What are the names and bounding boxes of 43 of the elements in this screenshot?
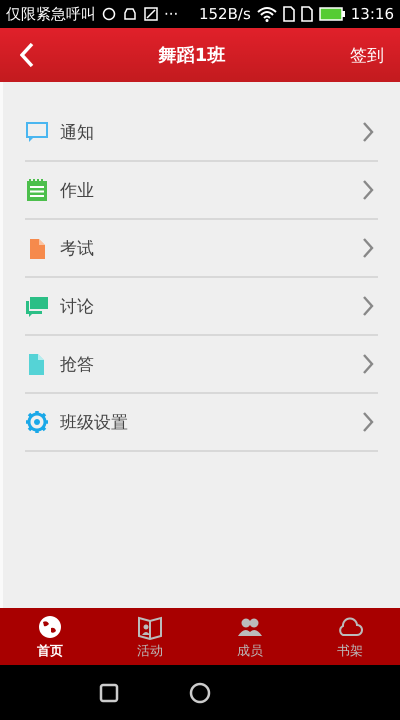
menu-label: 考试 xyxy=(60,238,95,260)
tab-button[interactable]: 首页 xyxy=(0,608,100,665)
menu-item[interactable]: 班级设置 xyxy=(25,394,378,452)
chat-bubbles-icon xyxy=(25,294,49,318)
notepad-icon xyxy=(25,178,49,202)
chevron-icon xyxy=(362,411,374,433)
menu-item[interactable]: 通知 xyxy=(25,104,378,162)
network-speed: 152B/s xyxy=(198,5,251,23)
chevron-icon xyxy=(362,237,374,259)
menu-item[interactable]: 抢答 xyxy=(25,336,378,394)
tab-button[interactable]: 活动 xyxy=(100,608,200,665)
menu-label: 班级设置 xyxy=(60,412,129,434)
menu-label: 作业 xyxy=(60,180,95,202)
tab-button[interactable]: 书架 xyxy=(300,608,400,665)
wifi-icon xyxy=(256,6,277,22)
menu-item[interactable]: 考试 xyxy=(25,220,378,278)
tab-button[interactable]: 成员 xyxy=(200,608,300,665)
menu-label: 通知 xyxy=(60,122,95,144)
home-nav-icon[interactable] xyxy=(189,682,211,704)
battery-icon xyxy=(318,7,345,21)
menu-item[interactable]: 作业 xyxy=(25,162,378,220)
notification-icon xyxy=(102,7,116,21)
sim-icon xyxy=(282,6,295,22)
menu-label: 讨论 xyxy=(60,296,95,318)
back-nav-icon[interactable] xyxy=(99,682,119,702)
chat-bubble-icon xyxy=(25,120,49,144)
chevron-icon xyxy=(362,295,374,317)
chevron-icon xyxy=(362,121,374,143)
car-icon xyxy=(122,7,138,21)
carrier-text: 仅限紧急呼叫 xyxy=(6,4,96,24)
globe-icon xyxy=(37,614,63,640)
chevron-icon xyxy=(362,353,374,375)
clock-time: 13:16 xyxy=(350,5,394,23)
image-icon xyxy=(144,7,158,21)
check-in-button[interactable]: 签到 xyxy=(350,44,384,66)
page-title: 舞蹈1班 xyxy=(157,44,226,67)
menu-item[interactable]: 讨论 xyxy=(25,278,378,336)
chevron-icon xyxy=(362,179,374,201)
menu-label: 抢答 xyxy=(60,354,95,376)
sim-icon xyxy=(300,6,313,22)
more-text: ··· xyxy=(164,5,178,23)
back-icon[interactable] xyxy=(20,42,34,68)
gear-icon xyxy=(25,410,49,434)
